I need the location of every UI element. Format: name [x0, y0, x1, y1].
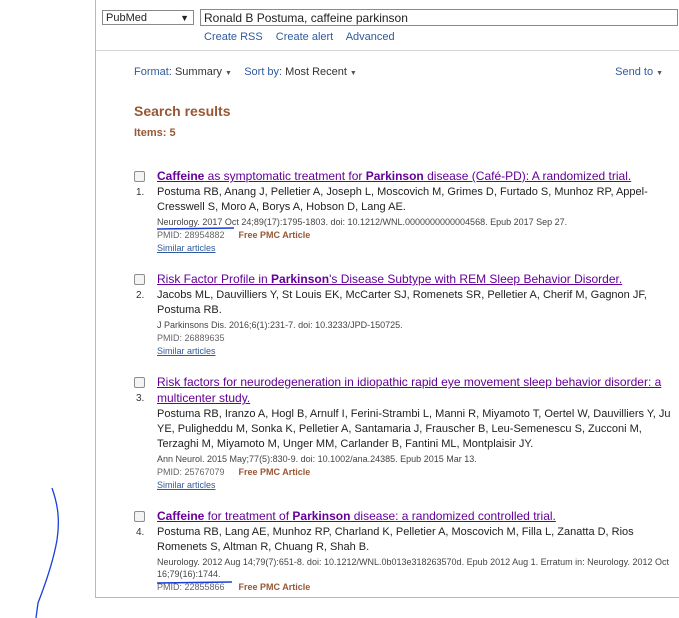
title-keyword-highlight: Parkinson	[271, 272, 330, 286]
result-checkbox[interactable]	[134, 511, 145, 522]
results-heading: Search results	[134, 103, 231, 119]
margin-stroke-annotation	[35, 487, 59, 618]
result-number: 1.	[136, 187, 145, 198]
chevron-down-icon: ▼	[225, 70, 232, 77]
title-keyword-highlight: Parkinson	[365, 169, 424, 183]
search-links: Create RSS Create alert Advanced	[204, 31, 405, 43]
format-dropdown[interactable]: Format: Summary ▼	[134, 66, 235, 78]
create-rss-link[interactable]: Create RSS	[204, 31, 263, 43]
title-text: for treatment of	[204, 509, 293, 523]
result-number: 4.	[136, 527, 145, 538]
create-alert-link[interactable]: Create alert	[276, 31, 333, 43]
format-label: Format:	[134, 66, 172, 78]
title-text: disease: a randomized controlled trial.	[350, 509, 556, 523]
result-pmid: PMID: 26889635	[157, 333, 225, 343]
result-title-link[interactable]: Risk Factor Profile in Parkinson's Disea…	[157, 271, 674, 287]
advanced-search-link[interactable]: Advanced	[346, 31, 395, 43]
result-authors: Postuma RB, Iranzo A, Hogl B, Arnulf I, …	[157, 408, 671, 450]
result-checkbox[interactable]	[134, 274, 145, 285]
database-select-value: PubMed	[106, 12, 147, 24]
display-options: Format: Summary ▼ Sort by: Most Recent ▼	[134, 66, 357, 78]
title-text: 's Disease Subtype with REM Sleep Behavi…	[329, 272, 623, 286]
result-checkbox[interactable]	[134, 171, 145, 182]
sort-dropdown[interactable]: Sort by: Most Recent ▼	[244, 66, 357, 78]
result-title-link[interactable]: Caffeine as symptomatic treatment for Pa…	[157, 168, 674, 184]
result-authors: Postuma RB, Anang J, Pelletier A, Joseph…	[157, 186, 648, 213]
result-number: 2.	[136, 290, 145, 301]
title-text: disease (Café-PD): A randomized trial.	[423, 169, 632, 183]
sort-label: Sort by:	[244, 66, 283, 78]
title-keyword-highlight: Parkinson	[292, 509, 351, 523]
result-body: Risk factors for neurodegeneration in id…	[157, 374, 674, 492]
result-pmid-line: PMID: 25767079 Free PMC Article	[157, 466, 674, 479]
free-pmc-badge[interactable]: Free PMC Article	[239, 467, 311, 477]
result-citation: Neurology. 2017 Oct 24;89(17):1795-1803.…	[157, 217, 568, 227]
chevron-down-icon: ▼	[180, 13, 189, 23]
sort-value: Most Recent	[285, 66, 347, 78]
result-body: Risk Factor Profile in Parkinson's Disea…	[157, 271, 674, 358]
title-text: Risk Factor Profile in	[157, 272, 272, 286]
database-select[interactable]: PubMed ▼	[102, 10, 194, 25]
result-pmid: PMID: 22855866	[157, 582, 225, 592]
result-authors: Jacobs ML, Dauvilliers Y, St Louis EK, M…	[157, 289, 647, 316]
send-to-dropdown[interactable]: Send to ▼	[615, 66, 663, 78]
result-pmid-line: PMID: 28954882 Free PMC Article	[157, 229, 674, 242]
search-bar: PubMed ▼ Ronald B Postuma, caffeine park…	[96, 0, 679, 51]
result-number: 3.	[136, 393, 145, 404]
result-pmid-line: PMID: 22855866 Free PMC Article	[157, 581, 674, 594]
result-body: Caffeine as symptomatic treatment for Pa…	[157, 168, 674, 255]
title-keyword-highlight: Caffeine	[157, 509, 205, 523]
items-count: Items: 5	[134, 127, 176, 139]
result-checkbox[interactable]	[134, 377, 145, 388]
title-text: as symptomatic treatment for	[204, 169, 366, 183]
result-pmid-line: PMID: 26889635	[157, 332, 674, 345]
result-citation: Ann Neurol. 2015 May;77(5):830-9. doi: 1…	[157, 454, 477, 464]
similar-articles-link[interactable]: Similar articles	[157, 345, 674, 358]
results-page: PubMed ▼ Ronald B Postuma, caffeine park…	[95, 0, 679, 598]
result-body: Caffeine for treatment of Parkinson dise…	[157, 508, 674, 594]
result-title-link[interactable]: Caffeine for treatment of Parkinson dise…	[157, 508, 674, 524]
chevron-down-icon: ▼	[349, 70, 357, 77]
result-pmid: PMID: 28954882	[157, 230, 225, 240]
result-pmid: PMID: 25767079	[157, 467, 225, 477]
similar-articles-link[interactable]: Similar articles	[157, 242, 674, 255]
result-citation: Neurology. 2012 Aug 14;79(7):651-8. doi:…	[157, 557, 670, 579]
result-authors: Postuma RB, Lang AE, Munhoz RP, Charland…	[157, 526, 634, 553]
result-citation: J Parkinsons Dis. 2016;6(1):231-7. doi: …	[157, 320, 403, 330]
search-input[interactable]: Ronald B Postuma, caffeine parkinson	[200, 9, 678, 26]
similar-articles-link[interactable]: Similar articles	[157, 479, 674, 492]
free-pmc-badge[interactable]: Free PMC Article	[239, 582, 311, 592]
free-pmc-badge[interactable]: Free PMC Article	[239, 230, 311, 240]
chevron-down-icon: ▼	[656, 70, 663, 77]
title-keyword-highlight: Caffeine	[157, 169, 205, 183]
result-title-link[interactable]: Risk factors for neurodegeneration in id…	[157, 374, 674, 406]
title-text: Risk factors for neurodegeneration in id…	[157, 375, 662, 405]
format-value: Summary	[174, 66, 223, 78]
send-to-label: Send to	[615, 66, 654, 78]
